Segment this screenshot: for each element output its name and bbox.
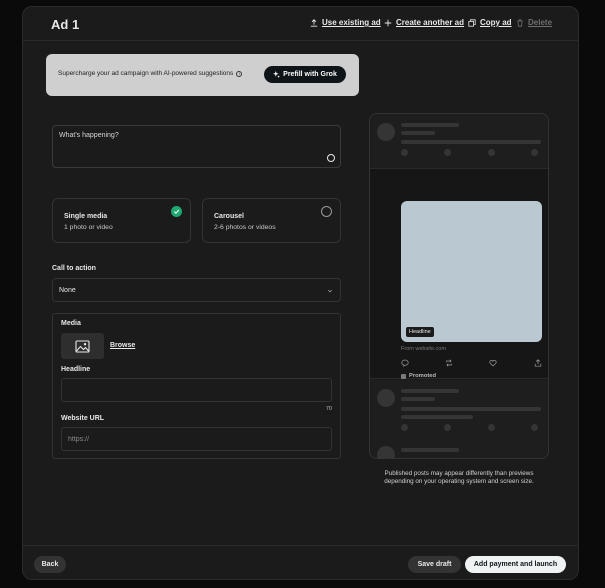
call-to-action-select[interactable]: None <box>52 278 341 302</box>
image-icon <box>75 339 90 353</box>
preview-media-image: Headline <box>401 201 542 342</box>
copy-ad-button[interactable]: Copy ad <box>468 18 512 27</box>
ad-editor-panel: Ad 1 Use existing ad Create another ad C… <box>22 6 579 580</box>
skeleton-dot <box>401 149 408 156</box>
headline-char-counter: 70 <box>325 406 332 412</box>
prefill-with-grok-label: Prefill with Grok <box>283 71 337 78</box>
upload-icon <box>310 18 318 27</box>
grok-promo-banner: Supercharge your ad campaign with AI-pow… <box>46 54 359 96</box>
skeleton-line <box>401 140 541 144</box>
headline-input[interactable] <box>61 378 332 402</box>
skeleton-dot <box>401 424 408 431</box>
skeleton-line <box>401 131 435 135</box>
skeleton-line <box>401 397 435 401</box>
save-draft-button[interactable]: Save draft <box>408 556 461 573</box>
preview-disclaimer: Published posts may appear differently t… <box>384 470 534 485</box>
promo-text: Supercharge your ad campaign with AI-pow… <box>58 70 234 77</box>
skeleton-avatar <box>377 389 395 407</box>
carousel-title: Carousel <box>214 213 244 220</box>
editor-footer: Back Save draft Add payment and launch <box>23 545 578 581</box>
skeleton-line <box>401 407 541 411</box>
preview-skeleton-top <box>370 114 548 168</box>
preview-headline-overlay: Headline <box>406 327 434 337</box>
prefill-with-grok-button[interactable]: Prefill with Grok <box>264 66 346 83</box>
selected-check-icon <box>171 206 182 217</box>
media-label: Media <box>61 320 81 327</box>
plus-icon <box>384 19 392 26</box>
carousel-option[interactable]: Carousel 2-6 photos or videos <box>202 198 341 243</box>
chevron-down-icon <box>327 289 333 293</box>
trash-icon <box>517 18 523 27</box>
back-button[interactable]: Back <box>34 556 66 573</box>
website-url-label: Website URL <box>61 415 105 422</box>
page-title: Ad 1 <box>51 17 80 32</box>
skeleton-avatar <box>377 123 395 141</box>
media-details-box: Media Browse Headline 70 Website URL <box>52 313 341 459</box>
preview-promoted-tag: Promoted <box>401 373 436 379</box>
skeleton-dot <box>444 149 451 156</box>
skeleton-line <box>401 389 459 393</box>
preview-from-website: From website.com <box>401 346 446 352</box>
create-another-ad-label: Create another ad <box>396 18 465 27</box>
delete-ad-button[interactable]: Delete <box>516 18 552 27</box>
skeleton-dot <box>488 424 495 431</box>
editor-header: Ad 1 Use existing ad Create another ad C… <box>23 7 578 41</box>
preview-skeleton-bottom <box>370 380 548 458</box>
promoted-icon <box>401 373 406 379</box>
character-count-ring <box>327 154 335 162</box>
share-icon <box>534 359 542 367</box>
promoted-label: Promoted <box>409 373 437 379</box>
skeleton-line <box>401 448 459 452</box>
sparkle-icon <box>273 71 281 78</box>
promo-text-row: Supercharge your ad campaign with AI-pow… <box>58 70 243 77</box>
skeleton-avatar <box>377 446 395 458</box>
skeleton-dot <box>531 149 538 156</box>
info-icon[interactable]: i <box>236 70 243 77</box>
preview-ad-post: Headline From website.com Promoted <box>370 168 548 379</box>
skeleton-line <box>401 123 459 127</box>
copy-icon <box>468 18 476 27</box>
skeleton-line <box>401 415 473 419</box>
post-text-input[interactable] <box>53 126 340 167</box>
headline-label: Headline <box>61 366 91 373</box>
reply-icon <box>401 359 409 367</box>
call-to-action-label: Call to action <box>52 265 96 272</box>
like-icon <box>489 360 497 367</box>
skeleton-dot <box>531 424 538 431</box>
repost-icon <box>446 359 452 367</box>
add-payment-and-launch-button[interactable]: Add payment and launch <box>465 556 566 573</box>
single-media-title: Single media <box>64 213 108 220</box>
skeleton-dot <box>444 424 451 431</box>
single-media-subtitle: 1 photo or video <box>64 224 113 231</box>
ad-preview-phone: Headline From website.com Promoted <box>369 113 549 459</box>
media-upload-thumbnail[interactable] <box>61 333 104 359</box>
browse-link[interactable]: Browse <box>110 342 135 349</box>
carousel-subtitle: 2-6 photos or videos <box>214 224 276 231</box>
single-media-option[interactable]: Single media 1 photo or video <box>52 198 191 243</box>
delete-ad-label: Delete <box>528 18 553 27</box>
copy-ad-label: Copy ad <box>480 18 512 27</box>
post-text-composer <box>52 125 341 168</box>
unselected-radio-icon <box>321 206 332 217</box>
call-to-action-value: None <box>59 287 76 294</box>
use-existing-ad-button[interactable]: Use existing ad <box>310 18 381 27</box>
create-another-ad-button[interactable]: Create another ad <box>384 18 464 27</box>
use-existing-ad-label: Use existing ad <box>322 18 381 27</box>
preview-action-row <box>401 359 542 367</box>
skeleton-dot <box>488 149 495 156</box>
website-url-input[interactable] <box>61 427 332 451</box>
